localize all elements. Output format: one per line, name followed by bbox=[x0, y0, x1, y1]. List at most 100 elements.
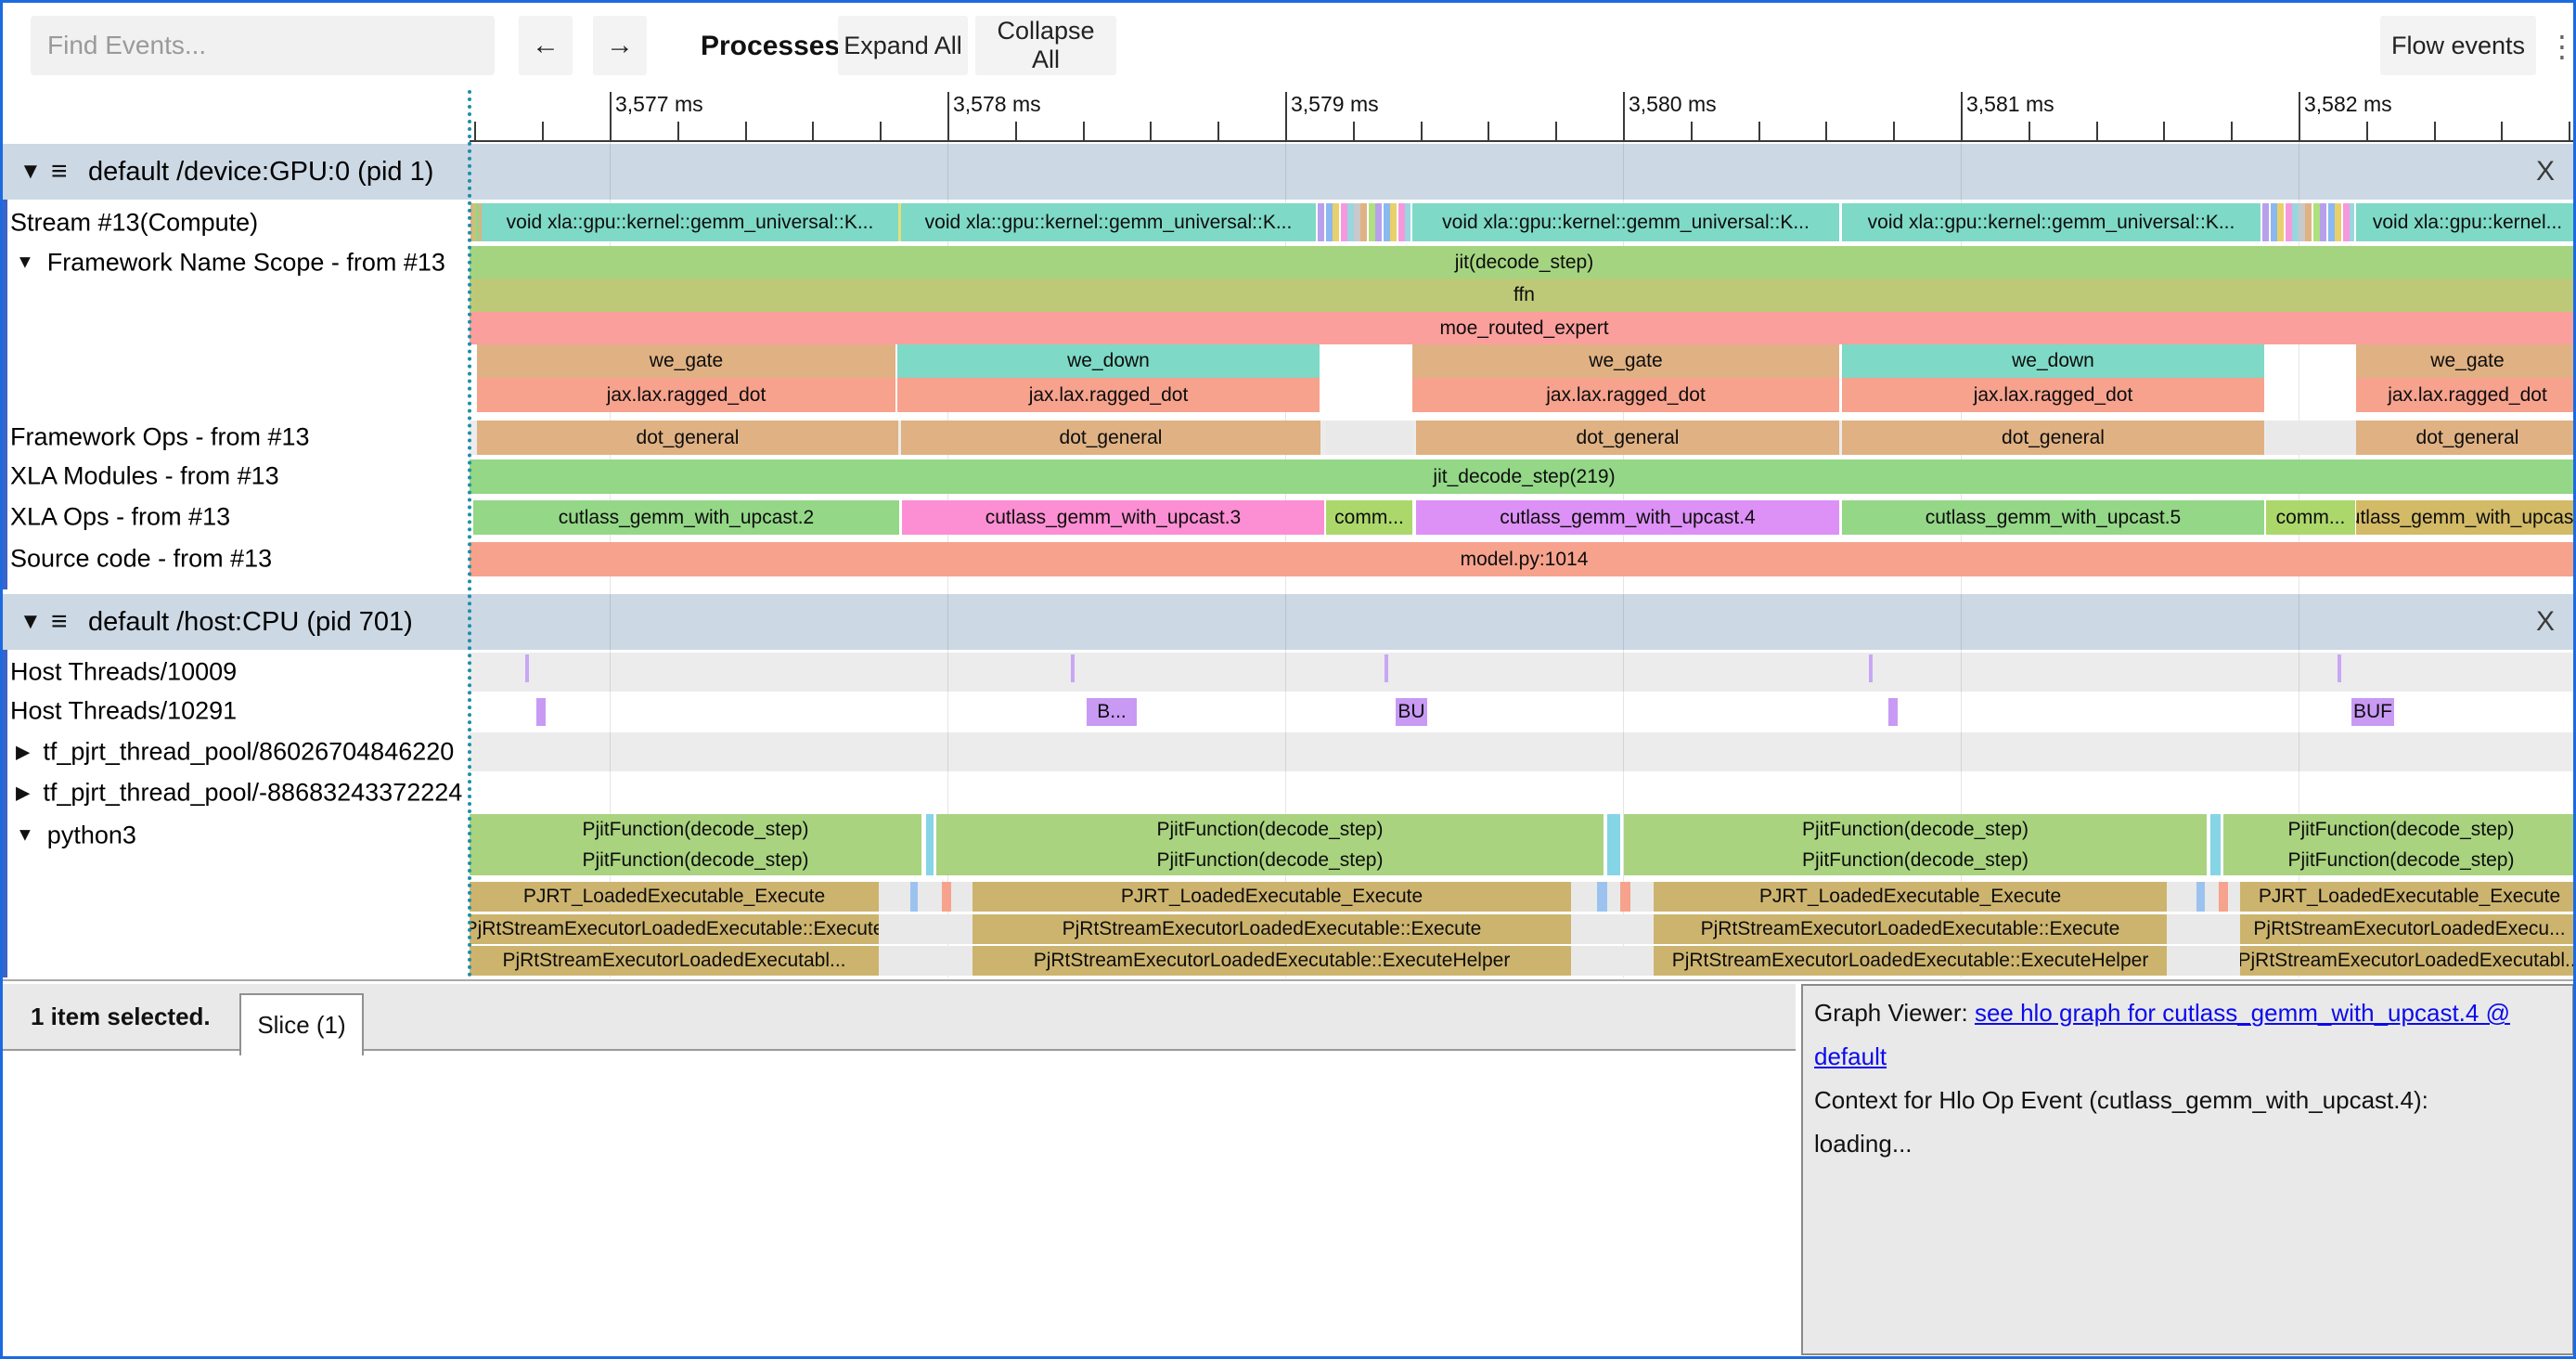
timeline-event-bar[interactable]: void xla::gpu::kernel::gemm_universal::K… bbox=[1842, 203, 2260, 241]
timeline-event-bar[interactable]: PJRT_LoadedExecutable_Execute bbox=[470, 882, 879, 912]
timeline-event-bar[interactable] bbox=[2210, 814, 2221, 845]
timeline-event-bar[interactable] bbox=[1571, 914, 1654, 944]
timeline-event-bar[interactable]: model.py:1014 bbox=[470, 542, 2576, 576]
timeline-event-bar[interactable]: void xla::gpu::kernel::gemm_universal::K… bbox=[482, 203, 898, 241]
timeline-event-bar[interactable]: PjRtStreamExecutorLoadedExecutabl... bbox=[470, 946, 879, 976]
timeline-event-bar[interactable]: cutlass_gemm_with_upcast.2 bbox=[473, 500, 899, 535]
timeline-event-bar[interactable] bbox=[1869, 654, 1873, 682]
kernel-sliver-cluster[interactable] bbox=[2262, 203, 2354, 241]
timeline-event-bar[interactable]: jit_decode_step(219) bbox=[470, 459, 2576, 494]
track-collapse-arrow-icon[interactable]: ▶ bbox=[16, 782, 30, 805]
timeline-event-bar[interactable] bbox=[942, 882, 951, 912]
drag-handle-icon[interactable]: ≡ bbox=[51, 606, 88, 638]
timeline-event-bar[interactable] bbox=[879, 946, 972, 976]
timeline-event-bar[interactable]: BUF bbox=[2351, 698, 2394, 726]
timeline-event-bar[interactable]: jax.lax.ragged_dot bbox=[897, 378, 1320, 412]
timeline-event-bar[interactable]: PjitFunction(decode_step) bbox=[2223, 845, 2576, 875]
timeline-event-bar[interactable] bbox=[2338, 654, 2341, 682]
timeline-event-bar[interactable] bbox=[879, 882, 972, 912]
timeline-event-bar[interactable]: cutlass_gemm_with_upcast.4 bbox=[1416, 500, 1839, 535]
timeline-event-bar[interactable]: jit(decode_step) bbox=[470, 246, 2576, 278]
timeline-event-bar[interactable]: cutlass_gemm_with_upcast.3 bbox=[902, 500, 1324, 535]
timeline-event-bar[interactable]: moe_routed_expert bbox=[470, 312, 2576, 344]
timeline-event-bar[interactable] bbox=[1571, 946, 1654, 976]
timeline-event-bar[interactable] bbox=[879, 914, 972, 944]
timeline-event-bar[interactable] bbox=[1607, 814, 1620, 845]
timeline-event-bar[interactable]: PjitFunction(decode_step) bbox=[1624, 845, 2207, 875]
timeline-event-bar[interactable] bbox=[1071, 654, 1075, 682]
timeline-event-bar[interactable] bbox=[1607, 845, 1620, 875]
timeline-event-bar[interactable] bbox=[2219, 882, 2228, 912]
timeline-event-bar[interactable] bbox=[525, 654, 529, 682]
timeline-event-bar[interactable]: BU bbox=[1396, 698, 1427, 726]
timeline-event-bar[interactable]: we_gate bbox=[477, 344, 895, 378]
timeline-event-bar[interactable] bbox=[2266, 421, 2356, 455]
process-header[interactable]: ▼≡default /device:GPU:0 (pid 1)X bbox=[3, 144, 2573, 200]
process-header[interactable]: ▼≡default /host:CPU (pid 701)X bbox=[3, 594, 2573, 650]
timeline-event-bar[interactable] bbox=[926, 814, 934, 845]
timeline-event-bar[interactable]: PjRtStreamExecutorLoadedExecutable::Exec… bbox=[1654, 914, 2167, 944]
track-label-tf-pjrt-thread-pool-88683243372224[interactable]: ▶tf_pjrt_thread_pool/-88683243372224 bbox=[16, 779, 462, 808]
timeline-event-bar[interactable]: PjRtStreamExecutorLoadedExecutable::Exec… bbox=[1654, 946, 2167, 976]
close-process-button[interactable]: X bbox=[2536, 156, 2555, 188]
track-label-framework-name-scope-from-13[interactable]: ▼Framework Name Scope - from #13 bbox=[16, 249, 445, 278]
kernel-sliver-cluster[interactable] bbox=[1318, 203, 1410, 241]
close-process-button[interactable]: X bbox=[2536, 606, 2555, 638]
timeline-event-bar[interactable]: PjitFunction(decode_step) bbox=[936, 845, 1604, 875]
timeline-event-bar[interactable]: jax.lax.ragged_dot bbox=[1412, 378, 1839, 412]
timeline-event-bar[interactable]: PJRT_LoadedExecutable_Execute bbox=[2240, 882, 2576, 912]
timeline-event-bar[interactable]: PjRtStreamExecutorLoadedExecutabl... bbox=[2240, 946, 2576, 976]
collapse-arrow-icon[interactable]: ▼ bbox=[19, 159, 51, 185]
timeline-event-bar[interactable]: PjRtStreamExecutorLoadedExecutable::Exec… bbox=[972, 946, 1571, 976]
timeline-event-bar[interactable] bbox=[536, 698, 546, 726]
timeline-event-bar[interactable]: comm... bbox=[2266, 500, 2355, 535]
timeline-event-bar[interactable]: PjRtStreamExecutorLoadedExecutable::Exec… bbox=[470, 914, 879, 944]
timeline-event-bar[interactable]: PjRtStreamExecutorLoadedExecu... bbox=[2240, 914, 2576, 944]
timeline-event-bar[interactable] bbox=[1888, 698, 1898, 726]
timeline-event-bar[interactable]: dot_general bbox=[1416, 421, 1839, 455]
timeline-event-bar[interactable]: B... bbox=[1087, 698, 1137, 726]
timeline-event-bar[interactable]: dot_general bbox=[2356, 421, 2576, 455]
timeline-event-bar[interactable]: PjitFunction(decode_step) bbox=[1624, 814, 2207, 845]
timeline-event-bar[interactable]: void xla::gpu::kernel::gemm_universal::K… bbox=[1412, 203, 1839, 241]
timeline-event-bar[interactable]: comm... bbox=[1326, 500, 1412, 535]
timeline-event-bar[interactable]: PjitFunction(decode_step) bbox=[470, 814, 921, 845]
timeline-event-bar[interactable]: PJRT_LoadedExecutable_Execute bbox=[972, 882, 1571, 912]
timeline-event-bar[interactable]: PjRtStreamExecutorLoadedExecutable::Exec… bbox=[972, 914, 1571, 944]
timeline-event-bar[interactable] bbox=[2196, 882, 2205, 912]
timeline-event-bar[interactable]: jax.lax.ragged_dot bbox=[2356, 378, 2576, 412]
timeline-event-bar[interactable] bbox=[910, 882, 918, 912]
timeline-event-bar[interactable]: we_gate bbox=[1412, 344, 1839, 378]
timeline-event-bar[interactable]: we_down bbox=[1842, 344, 2264, 378]
timeline-event-bar[interactable]: jax.lax.ragged_dot bbox=[477, 378, 895, 412]
tab-slice[interactable]: Slice (1) bbox=[239, 993, 364, 1055]
timeline-event-bar[interactable]: cutlass_gemm_with_upcast.6 bbox=[2356, 500, 2576, 535]
timeline-event-bar[interactable] bbox=[1620, 882, 1630, 912]
timeline-event-bar[interactable] bbox=[1326, 421, 1412, 455]
timeline-event-bar[interactable]: PjitFunction(decode_step) bbox=[2223, 814, 2576, 845]
timeline-event-bar[interactable]: PjitFunction(decode_step) bbox=[470, 845, 921, 875]
collapse-arrow-icon[interactable]: ▼ bbox=[19, 609, 51, 635]
timeline-event-bar[interactable] bbox=[2210, 845, 2221, 875]
track-label-python3[interactable]: ▼python3 bbox=[16, 822, 136, 850]
timeline-event-bar[interactable]: we_gate bbox=[2356, 344, 2576, 378]
timeline-event-bar[interactable]: dot_general bbox=[1842, 421, 2264, 455]
timeline-event-bar[interactable]: PJRT_LoadedExecutable_Execute bbox=[1654, 882, 2167, 912]
timeline-event-bar[interactable]: dot_general bbox=[901, 421, 1320, 455]
timeline-event-bar[interactable]: cutlass_gemm_with_upcast.5 bbox=[1842, 500, 2264, 535]
track-collapse-arrow-icon[interactable]: ▶ bbox=[16, 741, 30, 764]
track-label-tf-pjrt-thread-pool-86026704846220[interactable]: ▶tf_pjrt_thread_pool/86026704846220 bbox=[16, 738, 454, 767]
timeline-event-bar[interactable]: jax.lax.ragged_dot bbox=[1842, 378, 2264, 412]
timeline-event-bar[interactable] bbox=[1571, 882, 1654, 912]
timeline-event-bar[interactable] bbox=[2167, 914, 2240, 944]
timeline-event-bar[interactable]: dot_general bbox=[477, 421, 898, 455]
timeline-event-bar[interactable] bbox=[1597, 882, 1607, 912]
timeline-event-bar[interactable] bbox=[926, 845, 934, 875]
timeline-event-bar[interactable]: void xla::gpu::kernel... bbox=[2356, 203, 2576, 241]
timeline-event-bar[interactable]: void xla::gpu::kernel::gemm_universal::K… bbox=[901, 203, 1316, 241]
timeline-event-bar[interactable] bbox=[1385, 654, 1388, 682]
timeline-event-bar[interactable]: we_down bbox=[897, 344, 1320, 378]
timeline-event-bar[interactable]: PjitFunction(decode_step) bbox=[936, 814, 1604, 845]
timeline-event-bar[interactable]: ffn bbox=[470, 278, 2576, 312]
timeline-event-bar[interactable] bbox=[2167, 946, 2240, 976]
